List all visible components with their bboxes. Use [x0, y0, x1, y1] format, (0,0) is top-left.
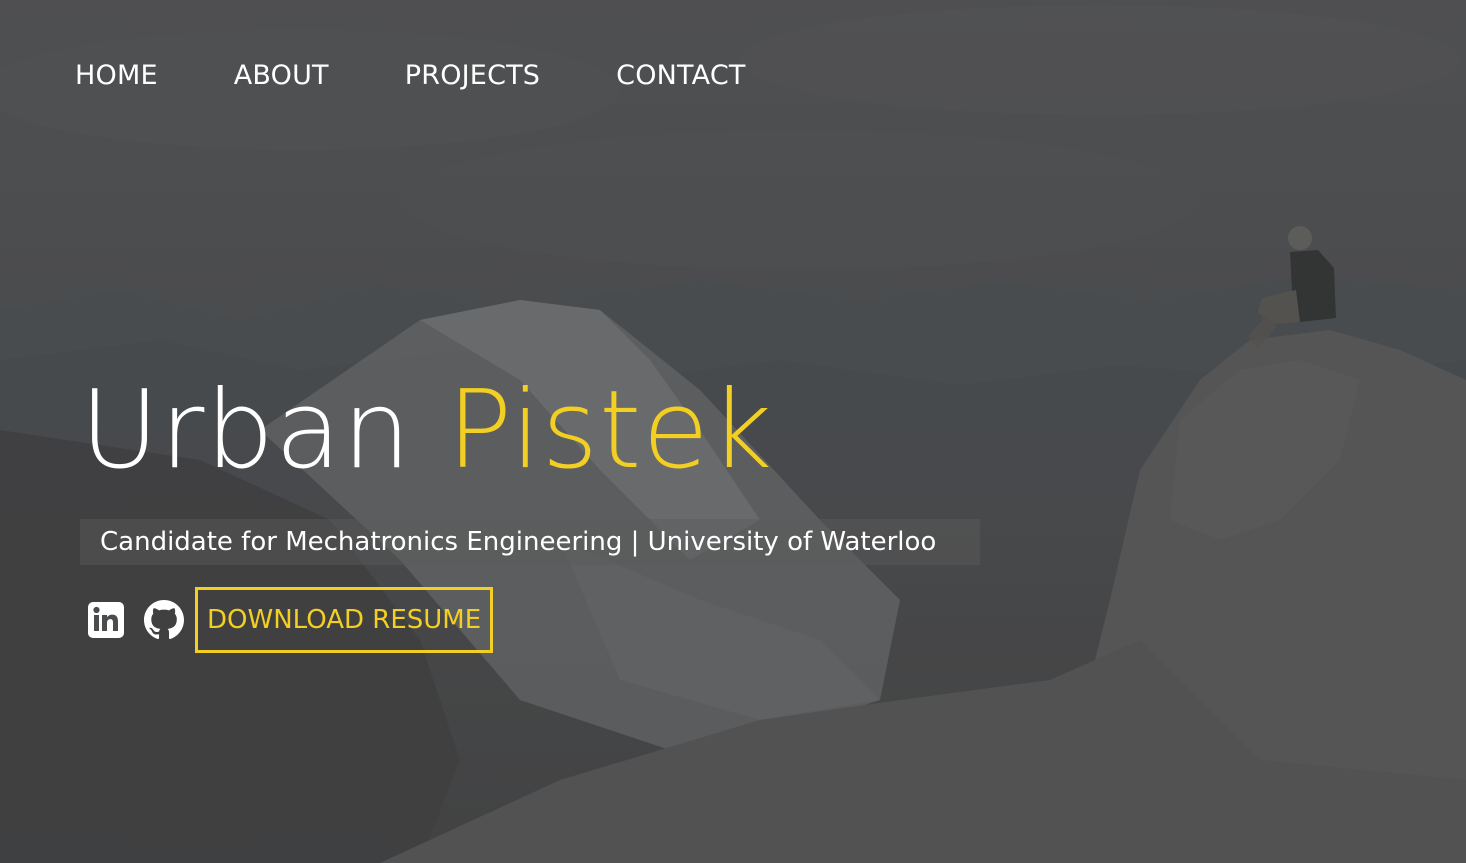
page-title: Urban Pistek	[80, 366, 773, 496]
last-name: Pistek	[446, 368, 774, 493]
main-nav: HOME ABOUT PROJECTS CONTACT	[75, 58, 822, 94]
first-name: Urban	[80, 368, 412, 493]
nav-item-about[interactable]: ABOUT	[234, 58, 329, 94]
github-icon	[144, 600, 184, 640]
github-link[interactable]	[144, 600, 184, 640]
hero-actions: DOWNLOAD RESUME	[86, 587, 494, 653]
subtitle: Candidate for Mechatronics Engineering |…	[100, 527, 937, 557]
nav-item-contact[interactable]: CONTACT	[616, 58, 745, 94]
hero-section: HOME ABOUT PROJECTS CONTACT Urban Pistek…	[0, 0, 1466, 863]
linkedin-link[interactable]	[86, 600, 126, 640]
nav-item-projects[interactable]: PROJECTS	[405, 58, 540, 94]
nav-item-home[interactable]: HOME	[75, 58, 158, 94]
linkedin-icon	[87, 601, 125, 639]
download-resume-button[interactable]: DOWNLOAD RESUME	[195, 587, 494, 653]
